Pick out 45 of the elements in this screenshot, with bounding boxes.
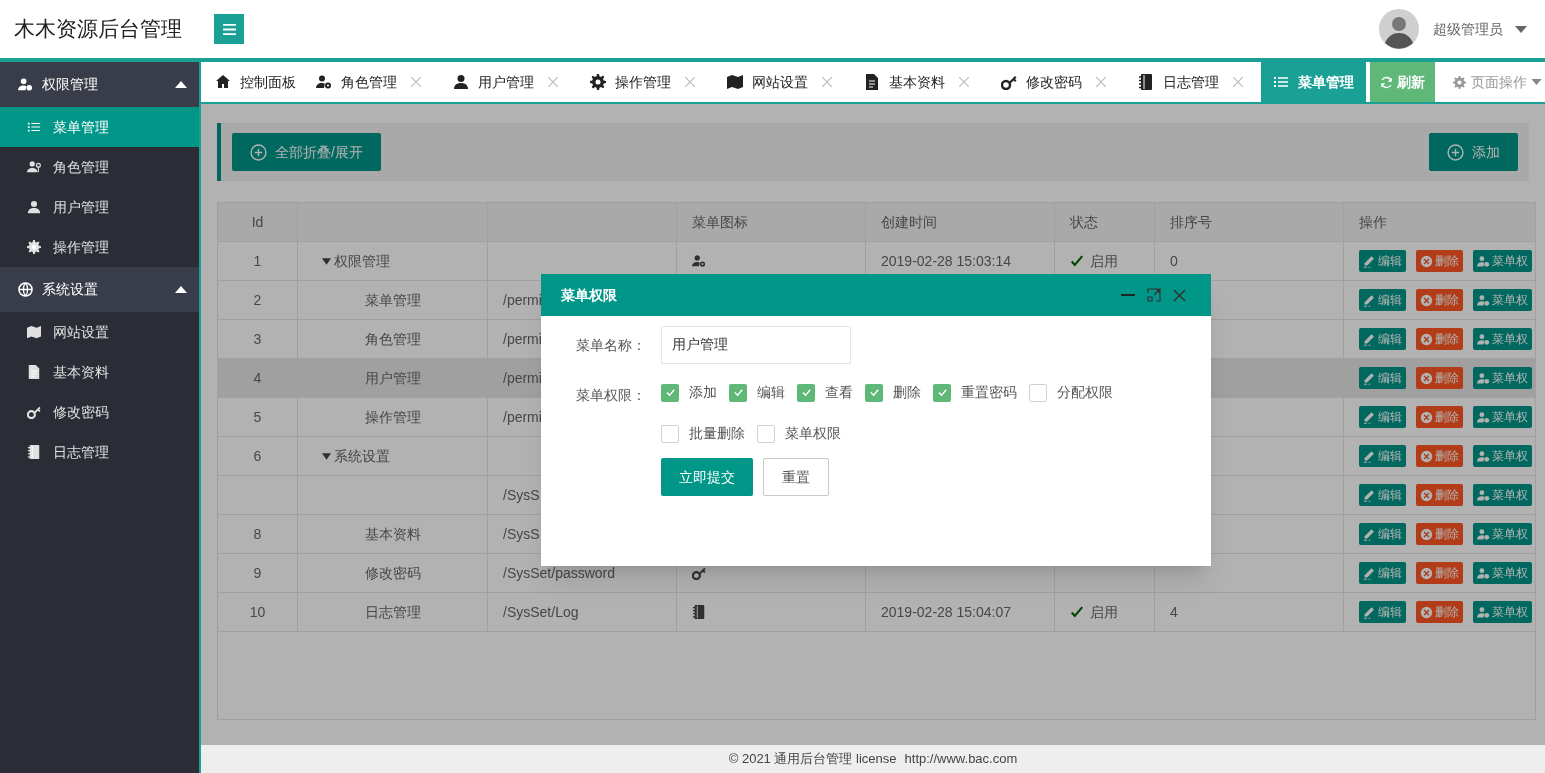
column-header: 菜单图标 (692, 212, 748, 232)
table-cell-text: 启用 (1090, 251, 1118, 271)
table-cell-text: 2 (253, 290, 262, 310)
table-cell-text: 菜单管理 (364, 290, 421, 310)
footer-text: © 2021 通用后台管理 license (728, 750, 897, 769)
column-header: 排序号 (1170, 212, 1212, 232)
table-cell-text: 9 (253, 563, 262, 583)
table-cell-text: /permi (503, 368, 542, 388)
table-cell-text: 用户管理 (364, 368, 421, 388)
table-cell-text: 8 (253, 524, 262, 544)
table-cell-text: /permi (503, 329, 542, 349)
table-cell-text: 0 (1170, 251, 1178, 271)
column-header: 操作 (1359, 212, 1387, 232)
table-cell-text: 基本资料 (364, 524, 421, 544)
group-label: 系统设置 (42, 280, 99, 299)
table-cell-text: 日志管理 (364, 602, 421, 622)
field-label: 菜单权限： (576, 386, 647, 405)
group-label: 权限管理 (42, 75, 99, 94)
table-cell-text: 4 (1170, 602, 1178, 622)
table-cell-text: 2019-02-28 15:04:07 (881, 602, 1011, 622)
app-title: 木木资源后台管理 (13, 16, 183, 43)
table-cell-text: 修改密码 (364, 563, 421, 583)
table-cell-text: 5 (253, 407, 262, 427)
table-cell-text: 系统设置 (334, 446, 390, 466)
table-cell-text: 3 (253, 329, 262, 349)
table-cell-text: /permi (503, 290, 542, 310)
column-header: 创建时间 (881, 212, 937, 232)
field-label: 菜单名称： (576, 335, 647, 355)
table-cell-text: 4 (253, 368, 262, 388)
column-header: 状态 (1070, 212, 1098, 232)
table-cell-text: 角色管理 (364, 329, 421, 349)
dialog-title: 菜单权限 (561, 285, 618, 305)
column-header: Id (251, 212, 264, 232)
table-cell-text: 启用 (1090, 602, 1118, 622)
table-cell-text: /SysSet/password (503, 563, 616, 583)
table-cell-text: /SysS (503, 485, 540, 505)
table-cell-text: /SysS (503, 524, 540, 544)
table-cell-text: 1 (253, 251, 262, 271)
table-cell-text: /permi (503, 407, 542, 427)
table-cell-text: 操作管理 (364, 407, 421, 427)
table-cell-text: 6 (253, 446, 262, 466)
table-cell-text: 10 (249, 602, 266, 622)
table-cell-text: /SysSet/Log (503, 602, 579, 622)
table-cell-text: 2019-02-28 15:03:14 (881, 251, 1011, 271)
table-cell-text: 权限管理 (334, 251, 390, 271)
